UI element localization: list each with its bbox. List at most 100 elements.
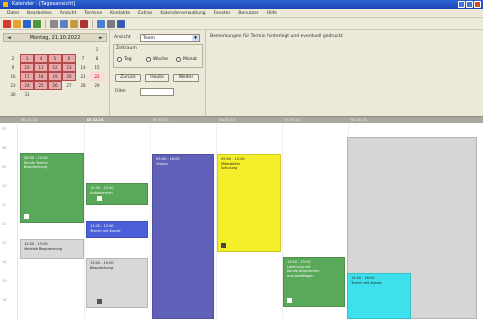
- help-icon[interactable]: [117, 19, 125, 28]
- copy-icon[interactable]: [60, 19, 68, 28]
- calendar-day-30[interactable]: 30: [6, 90, 20, 99]
- calendar-day-11[interactable]: 11: [34, 63, 48, 72]
- calendar-day-21[interactable]: 21: [76, 72, 90, 81]
- menu-datei[interactable]: Datei: [3, 9, 23, 18]
- prev-month-icon[interactable]: ◄: [7, 35, 11, 41]
- menu-fenster[interactable]: Fenster: [210, 9, 235, 18]
- menu-extras[interactable]: Extras: [134, 9, 156, 18]
- event-block[interactable]: 13:00 - 15:00 Besprechung: [86, 258, 148, 308]
- calendar-day-29[interactable]: 29: [90, 81, 104, 90]
- note-icon: [97, 299, 102, 304]
- menu-hilfe[interactable]: Hilfe: [263, 9, 281, 18]
- next-month-icon[interactable]: ►: [99, 35, 103, 41]
- note-icon: [24, 214, 29, 219]
- open-icon[interactable]: [13, 19, 21, 28]
- radio-tag[interactable]: Tag: [117, 57, 132, 62]
- save-icon[interactable]: [23, 19, 31, 28]
- time-label: 14: [2, 260, 7, 264]
- toolbar-separator: [92, 19, 93, 28]
- time-label: 12: [2, 222, 7, 226]
- event-text: 14:00 - 16:00 Termin mit Kunde: [351, 276, 382, 285]
- delete-icon[interactable]: [80, 19, 88, 28]
- calendar-day-15[interactable]: 15: [90, 63, 104, 72]
- calendar-day-1[interactable]: 1: [90, 45, 104, 54]
- calendar-day-7[interactable]: 7: [76, 54, 90, 63]
- calendar-day-4[interactable]: 4: [34, 54, 48, 63]
- radio-monat[interactable]: Monat: [176, 57, 197, 62]
- close-button[interactable]: [474, 1, 481, 8]
- calendar-day-8[interactable]: 8: [90, 54, 104, 63]
- menu-termine[interactable]: Termine: [80, 9, 106, 18]
- minimize-button[interactable]: [458, 1, 465, 8]
- radio-monat-dot[interactable]: [176, 57, 181, 62]
- calendar-day-22[interactable]: 22: [90, 72, 104, 81]
- time-column: 07 08 09 10 11 12 13 14 15 16: [0, 123, 18, 319]
- window-title: Kalender - [Tagesansicht]: [12, 1, 76, 7]
- event-block[interactable]: 10:30 - 12:00 Außentermin: [86, 183, 148, 205]
- calendar-day-9[interactable]: 9: [6, 63, 20, 72]
- event-text: 09:00 - 16:00 Urlaub: [156, 157, 180, 166]
- menu-ansicht[interactable]: Ansicht: [56, 9, 81, 18]
- print-icon[interactable]: [33, 19, 41, 28]
- calendar-day-6[interactable]: 6: [62, 54, 76, 63]
- calendar-day-2[interactable]: 2: [6, 54, 20, 63]
- column-divider: [84, 123, 85, 319]
- paste-icon[interactable]: [70, 19, 78, 28]
- menu-bearbeiten[interactable]: Bearbeiten: [23, 9, 56, 18]
- calendar-day-17[interactable]: 17: [20, 72, 34, 81]
- calendar-day-25[interactable]: 25: [34, 81, 48, 90]
- menu-kalenderverwaltung[interactable]: Kalenderverwaltung: [156, 9, 209, 18]
- radio-woche[interactable]: Woche: [146, 57, 168, 62]
- calendar-day-31[interactable]: 31: [20, 90, 34, 99]
- calendar-day-12[interactable]: 12: [48, 63, 62, 72]
- mini-calendar-panel: ◄ Montag, 21.10.2022 ► 1 2 3 4 5 6 7 8 9 10 11 12 13…: [0, 30, 110, 116]
- view-icon[interactable]: [107, 19, 115, 28]
- event-block[interactable]: 11:30 - 12:00 Termin mit Kunde: [86, 221, 148, 238]
- new-icon[interactable]: [3, 19, 11, 28]
- event-block[interactable]: 09:00 - 12:00 Mitarbeiter Schulung: [217, 154, 281, 252]
- toolbar-separator: [45, 19, 46, 28]
- maximize-button[interactable]: [466, 1, 473, 8]
- time-label: 13: [2, 241, 7, 245]
- calendar-day-13[interactable]: 13: [62, 63, 76, 72]
- view-select[interactable]: Team ▼: [140, 34, 200, 42]
- calendar-day-19[interactable]: 19: [48, 72, 62, 81]
- back-button[interactable]: Zurück: [115, 74, 141, 82]
- toolbar: [0, 18, 483, 30]
- calendar-day-3[interactable]: 3: [20, 54, 34, 63]
- calendar-day-16[interactable]: 16: [6, 72, 20, 81]
- event-block[interactable]: 09:00 - 16:00 Urlaub: [152, 154, 214, 319]
- calendar-day-14[interactable]: 14: [76, 63, 90, 72]
- today-button[interactable]: Heute: [145, 74, 169, 82]
- next-button[interactable]: Weiter: [173, 74, 199, 82]
- menu-kontakte[interactable]: Kontakte: [106, 9, 134, 18]
- radio-tag-label: Tag: [124, 57, 132, 62]
- radio-tag-dot[interactable]: [117, 57, 122, 62]
- calendar-day-empty: [34, 90, 48, 99]
- notes-panel: Bemerkungen für Termin hinterlegt und ev…: [206, 30, 483, 116]
- calendar-day-20[interactable]: 20: [62, 72, 76, 81]
- event-block[interactable]: 14:00 - 16:00 Termin mit Kunde: [347, 273, 411, 319]
- chevron-down-icon[interactable]: ▼: [192, 35, 199, 41]
- radio-woche-dot[interactable]: [146, 57, 151, 62]
- calendar-day-23[interactable]: 23: [6, 81, 20, 90]
- calendar-day-24[interactable]: 24: [20, 81, 34, 90]
- event-block[interactable]: 12:00 - 13:00 Vertrieb Besprechung: [20, 239, 84, 259]
- schedule-grid[interactable]: 07 08 09 10 11 12 13 14 15 16 08:00 - 10:00 Kunde…: [0, 123, 483, 319]
- time-label: 16: [2, 298, 7, 302]
- note-icon: [287, 298, 292, 303]
- event-text: 10:30 - 12:00 Außentermin: [90, 186, 114, 195]
- calendar-day-28[interactable]: 28: [76, 81, 90, 90]
- undo-icon[interactable]: [97, 19, 105, 28]
- cut-icon[interactable]: [50, 19, 58, 28]
- calendar-day-empty: [48, 45, 62, 54]
- calendar-day-27[interactable]: 27: [62, 81, 76, 90]
- calendar-day-26[interactable]: 26: [48, 81, 62, 90]
- event-block[interactable]: 13:00 - 15:00 Lieferung mit Kunde bespre…: [283, 257, 345, 307]
- calendar-day-18[interactable]: 18: [34, 72, 48, 81]
- calendar-day-5[interactable]: 5: [48, 54, 62, 63]
- event-block[interactable]: 08:00 - 10:00 Kunde Termin Besprechung: [20, 153, 84, 223]
- menu-benutzer[interactable]: Benutzer: [234, 9, 262, 18]
- calendar-day-10[interactable]: 10: [20, 63, 34, 72]
- filter-input[interactable]: [140, 88, 174, 96]
